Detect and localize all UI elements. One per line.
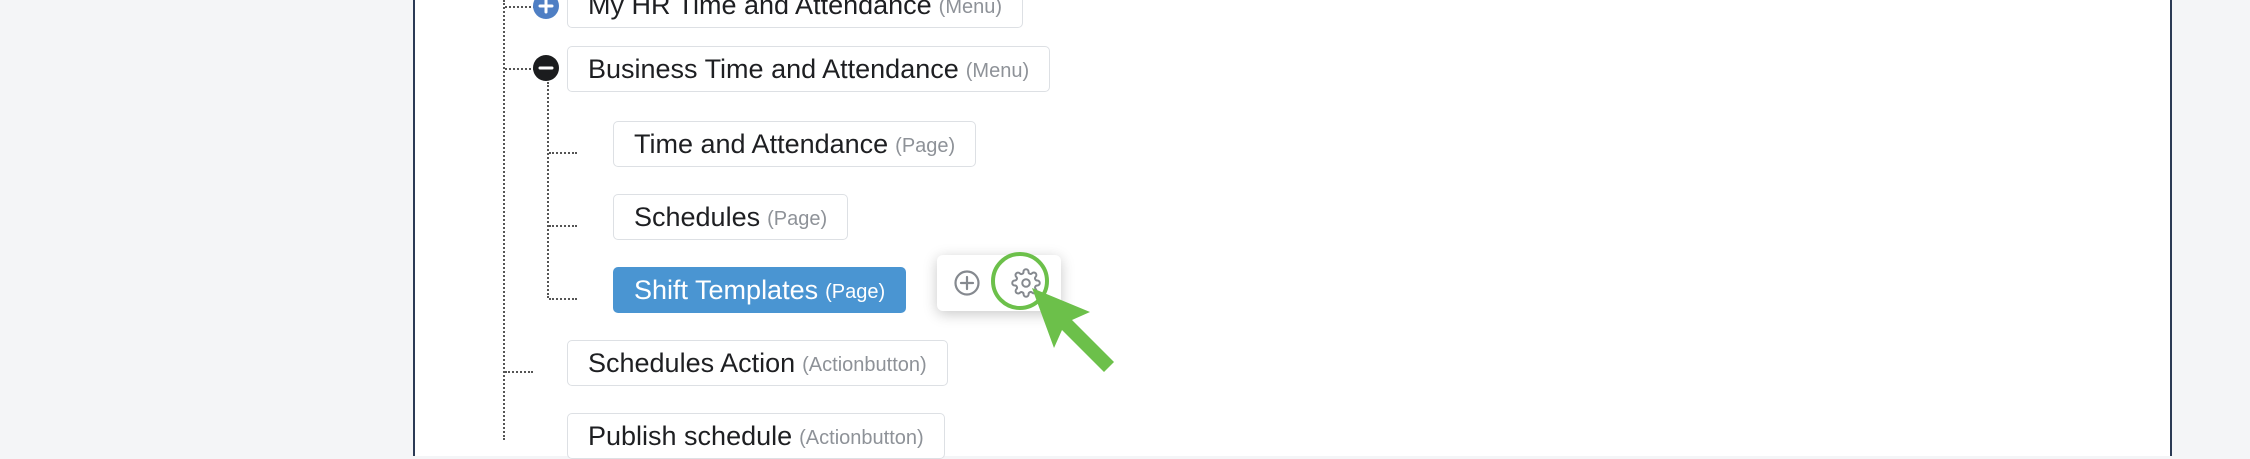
tree-node-business-time-attendance[interactable]: Business Time and Attendance (Menu) <box>567 46 1051 92</box>
node-name: My HR Time and Attendance <box>588 0 932 20</box>
collapse-icon[interactable] <box>533 55 559 81</box>
tree-connector-children <box>547 82 549 298</box>
tree-connector <box>549 225 577 227</box>
node-name: Schedules <box>634 201 761 232</box>
node-type: (Actionbutton) <box>799 426 924 449</box>
tree-connector <box>549 298 577 300</box>
tree-node-time-and-attendance[interactable]: Time and Attendance (Page) <box>613 121 977 167</box>
tree-node-shift-templates[interactable]: Shift Templates (Page) <box>613 267 907 313</box>
node-type: (Page) <box>825 280 886 303</box>
add-child-icon[interactable] <box>951 267 983 299</box>
node-type: (Menu) <box>965 59 1030 82</box>
node-type: (Actionbutton) <box>802 353 927 376</box>
pointer-cursor-icon <box>1032 288 1114 372</box>
node-name: Time and Attendance <box>634 128 889 159</box>
tree-connector <box>505 371 533 373</box>
tree-node-my-hr-time-attendance[interactable]: My HR Time and Attendance (Menu) <box>567 0 1024 28</box>
tree-node-publish-schedule[interactable]: Publish schedule (Actionbutton) <box>567 413 945 459</box>
node-type: (Page) <box>895 134 956 157</box>
node-type: (Page) <box>767 207 828 230</box>
node-name: Shift Templates <box>634 274 819 305</box>
node-name: Publish schedule <box>588 420 793 451</box>
tree-node-schedules-action[interactable]: Schedules Action (Actionbutton) <box>567 340 948 386</box>
tree-connector <box>549 152 577 154</box>
tree-connector-root <box>503 0 505 440</box>
node-name: Schedules Action <box>588 347 796 378</box>
node-name: Business Time and Attendance <box>588 53 959 84</box>
tree-node-schedules[interactable]: Schedules (Page) <box>613 194 849 240</box>
node-type: (Menu) <box>938 0 1003 18</box>
